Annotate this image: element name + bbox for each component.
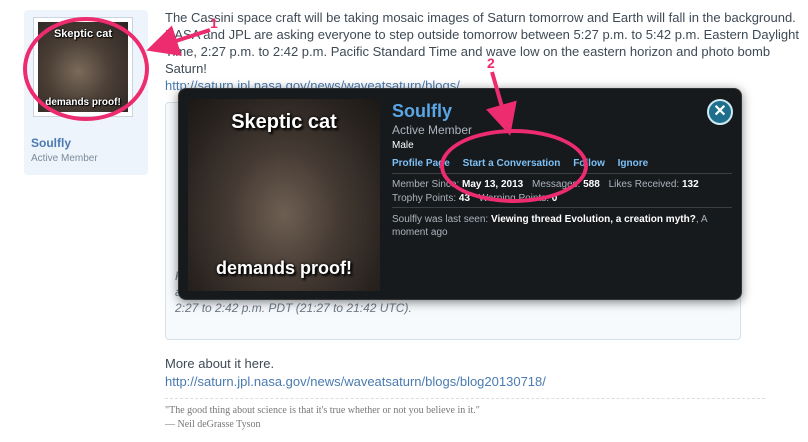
- divider: [392, 207, 732, 208]
- last-seen-thread-link[interactable]: Viewing thread Evolution, a creation myt…: [491, 214, 696, 225]
- ignore-link[interactable]: Ignore: [618, 158, 649, 169]
- likes-label: Likes Received:: [608, 179, 680, 190]
- photo-caption-top: Skeptic cat: [231, 111, 337, 133]
- close-icon[interactable]: ✕: [707, 99, 733, 125]
- last-seen: Soulfly was last seen: Viewing thread Ev…: [392, 213, 732, 239]
- member-card-avatar[interactable]: Skeptic cat demands proof!: [188, 99, 380, 291]
- member-card-popup: Skeptic cat demands proof! Soulfly Activ…: [178, 88, 742, 300]
- message-text: The Cassini space craft will be taking m…: [165, 9, 808, 94]
- signature: "The good thing about science is that it…: [165, 398, 765, 442]
- messages-value: 588: [583, 179, 600, 190]
- user-title: Active Member: [31, 153, 98, 164]
- member-card-title: Active Member: [392, 123, 473, 137]
- annotation-marker-2: 2: [487, 55, 495, 71]
- member-card-gender: Male: [392, 140, 414, 151]
- photo-caption-bottom: demands proof!: [215, 258, 352, 278]
- annotation-marker-1: 1: [210, 15, 218, 31]
- more-link[interactable]: http://saturn.jpl.nasa.gov/news/waveatsa…: [165, 374, 546, 389]
- trophy-label: Trophy Points:: [392, 193, 457, 204]
- more-label: More about it here.: [165, 356, 275, 371]
- likes-value: 132: [681, 179, 699, 190]
- username-link[interactable]: Soulfly: [31, 136, 71, 150]
- annotation-circle-2: [440, 129, 588, 203]
- annotation-circle-1: [23, 17, 149, 121]
- signature-author: — Neil deGrasse Tyson: [165, 419, 261, 430]
- message-body: The Cassini space craft will be taking m…: [165, 10, 799, 76]
- last-seen-prefix: Soulfly was last seen:: [392, 214, 489, 225]
- member-card-username[interactable]: Soulfly: [392, 101, 452, 122]
- signature-quote: "The good thing about science is that it…: [165, 405, 480, 416]
